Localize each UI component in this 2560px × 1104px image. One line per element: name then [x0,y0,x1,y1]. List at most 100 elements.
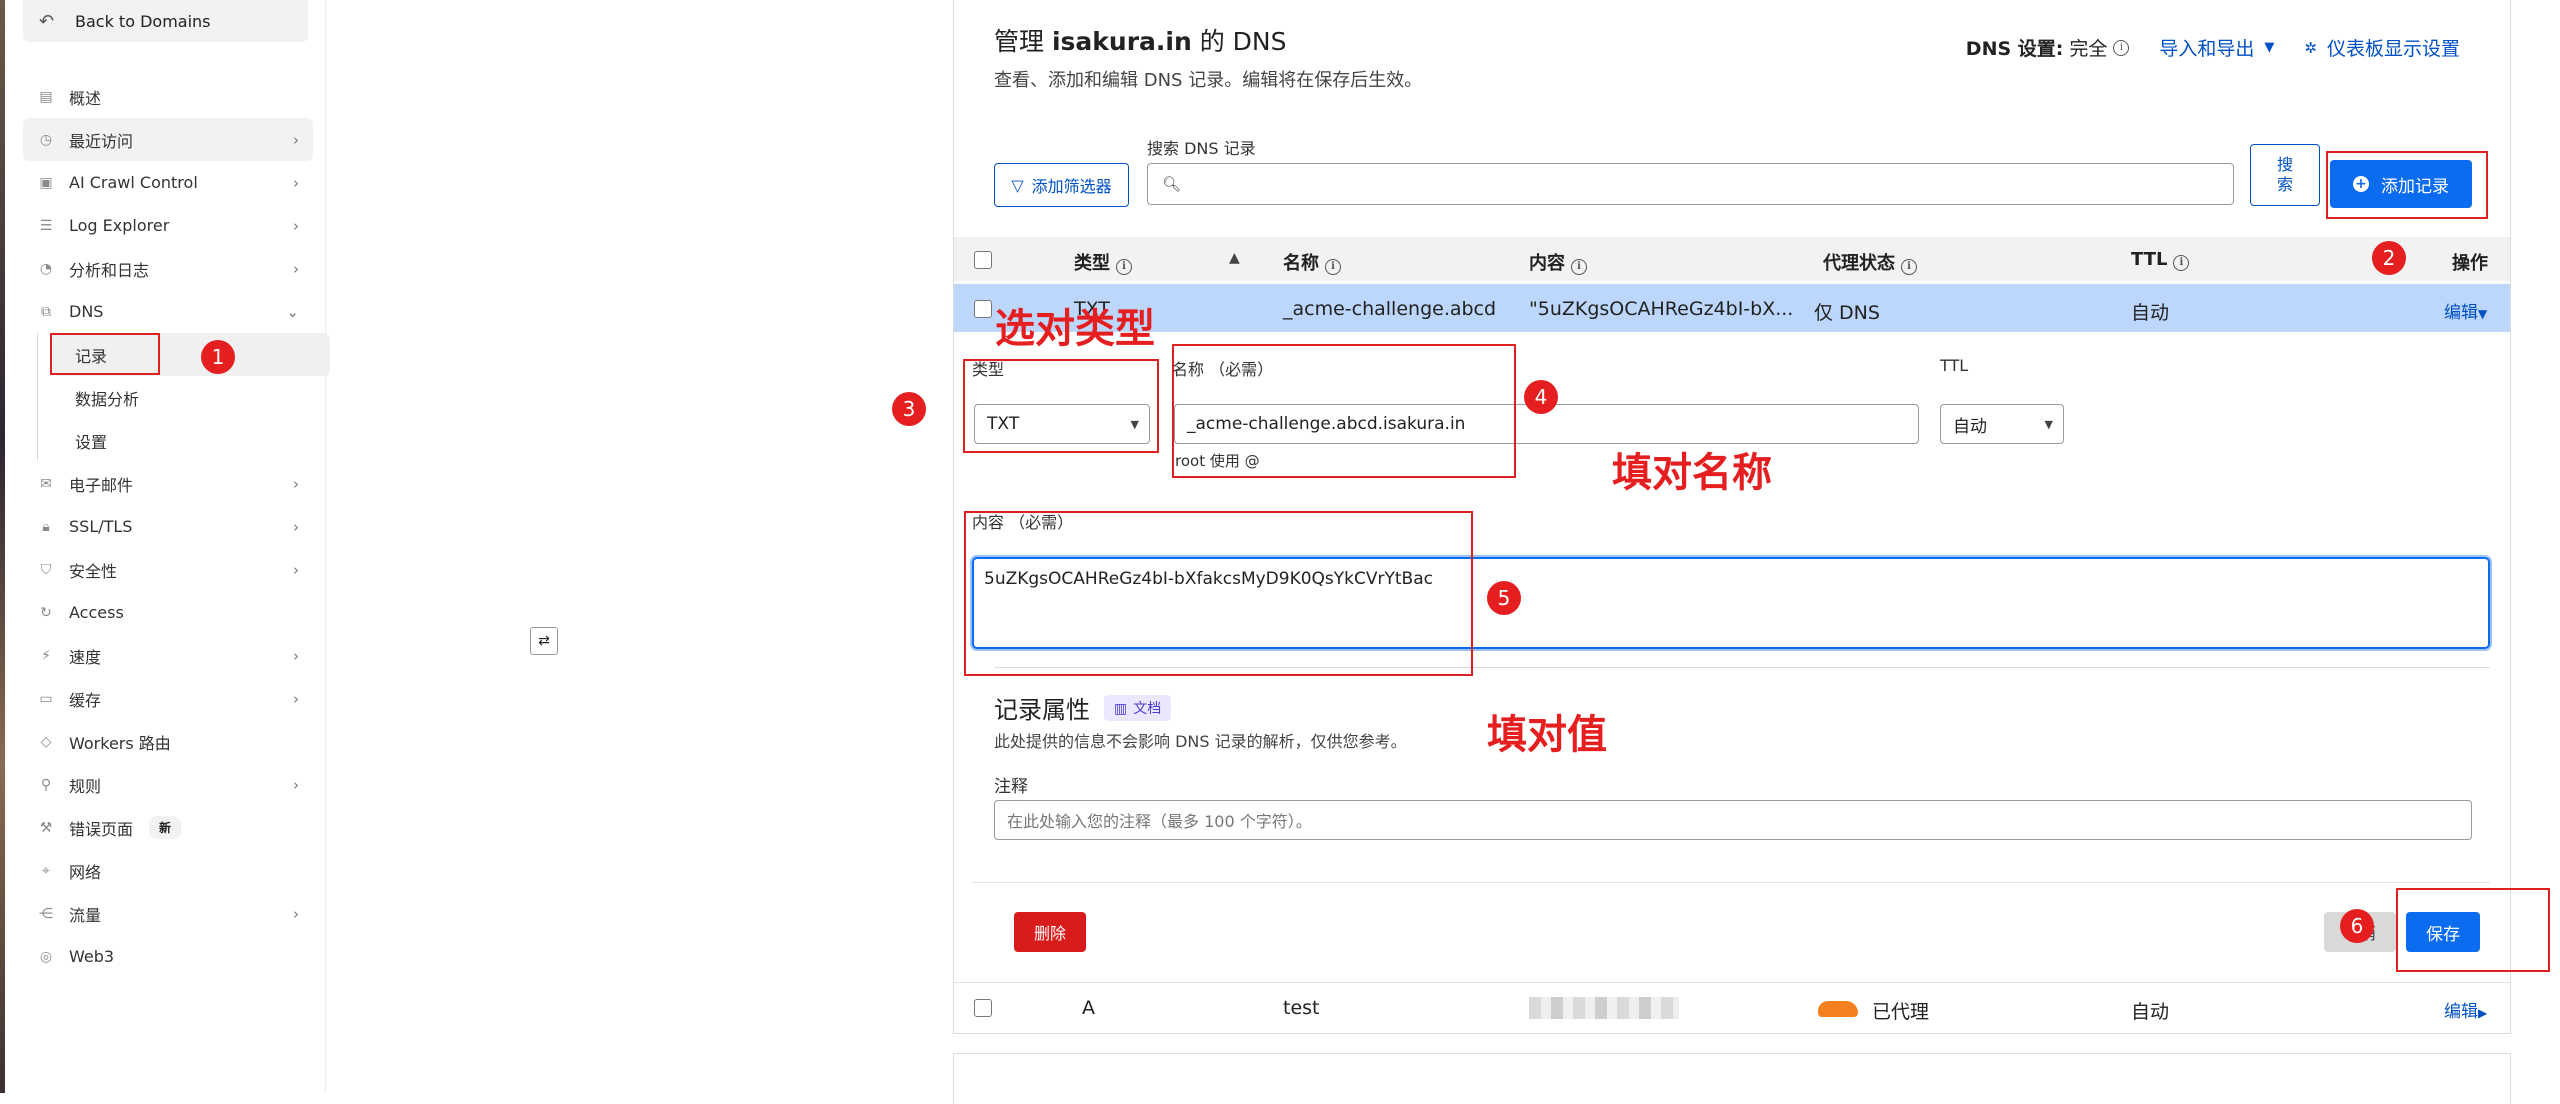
info-icon: i [1116,259,1132,275]
row-type: A [1082,997,1095,1019]
row-content: "5uZKgsOCAHReGz4bI-bX... [1529,298,1794,320]
sidebar-item-dns[interactable]: ⧉ DNS ⌄ [23,290,313,333]
select-all-checkbox[interactable] [974,251,992,269]
chevron-right-icon: › [293,904,299,923]
chevron-right-icon: › [293,130,299,149]
back-arrow-icon: ↶ [39,10,55,32]
row-ttl: 自动 [2131,1001,2170,1023]
back-label: Back to Domains [75,11,211,31]
sidebar-item-dns-analytics[interactable]: 数据分析 [23,376,313,419]
sidebar-item-label: 电子邮件 [69,475,134,495]
sidebar: ↶ Back to Domains ▤ 概述 ◷ 最近访问 › ▣ AI Crawl C… [5,0,330,1093]
sidebar-item-dns-settings[interactable]: 设置 [23,419,313,462]
info-icon: i [2173,255,2190,271]
sidebar-item-traffic[interactable]: ⋲ 流量 › [23,892,313,935]
sidebar-nav: ▤ 概述 ◷ 最近访问 › ▣ AI Crawl Control › ☰ Log Explo… [23,75,330,978]
search-input[interactable]: 🔍︎ [1147,163,2234,205]
row-checkbox[interactable] [974,300,992,318]
chevron-right-icon: › [293,259,299,278]
page-title: 管理 isakura.in 的 DNS [994,22,1286,58]
workers-icon: ◇ [40,733,52,750]
import-export-dropdown[interactable]: 导入和导出 ▼ [2159,34,2274,61]
chevron-right-icon: › [293,517,299,536]
form-footer-divider [972,882,2490,883]
comment-label: 注释 [994,777,1028,797]
docs-link[interactable]: ▥ 文档 [1104,694,1172,721]
chevron-right-icon: › [293,560,299,579]
sidebar-item-rules[interactable]: ⚲ 规则 › [23,763,313,806]
chevron-right-icon: › [293,173,299,192]
info-icon[interactable]: i [2113,39,2130,56]
sidebar-item-label: Workers 路由 [69,733,171,753]
annotation-step-5: 5 [1487,581,1521,615]
edit-link[interactable]: 编辑▼ [2444,298,2487,323]
network-icon: ⧉ [41,303,51,320]
import-export-label: 导入和导出 [2159,38,2255,60]
dashboard-settings-link[interactable]: ✲ 仪表板显示设置 [2304,34,2460,61]
sort-asc-icon[interactable]: ▲ [1229,250,1240,266]
table-header: 类型 i ▲ 名称 i 内容 i 代理状态 i TTL i 操作 [954,237,2510,281]
sidebar-item-label: 速度 [69,647,102,667]
sidebar-item-web3[interactable]: ◎ Web3 [23,935,313,978]
sidebar-item-analytics[interactable]: ◔ 分析和日志 › [23,247,313,290]
sidebar-item-workers[interactable]: ◇ Workers 路由 [23,720,313,763]
sidebar-item-log-explorer[interactable]: ☰ Log Explorer › [23,204,313,247]
chevron-right-icon: › [293,775,299,794]
title-prefix: 管理 [994,27,1052,56]
column-type[interactable]: 类型 i [1074,249,1132,275]
shield-icon: ⛉ [40,561,52,578]
table-row[interactable]: A test 已代理 自动 编辑▶ [954,982,2510,1033]
sidebar-item-label: 错误页面 [69,819,134,839]
sidebar-item-ssl[interactable]: 🔒︎ SSL/TLS › [23,505,313,548]
floating-toggle-icon[interactable]: ⇄ [530,627,558,655]
sidebar-item-recent[interactable]: ◷ 最近访问 › [23,118,313,161]
sidebar-item-label: AI Crawl Control [69,173,198,192]
search-label: 搜索 DNS 记录 [1147,139,1256,158]
sidebar-item-label: 流量 [69,905,102,925]
annotation-step-4: 4 [1524,380,1558,414]
chart-icon: ◔ [39,260,53,277]
edit-label: 编辑 [2444,303,2478,323]
docs-label: 文档 [1133,700,1162,717]
column-proxy-label: 代理状态 [1823,253,1895,274]
row-proxy: 仅 DNS [1814,302,1880,324]
sidebar-item-overview[interactable]: ▤ 概述 [23,75,313,118]
sidebar-item-label: 安全性 [69,561,118,581]
sidebar-item-access[interactable]: ↻ Access [23,591,313,634]
column-name[interactable]: 名称 i [1283,249,1341,275]
chevron-down-icon: ⌄ [286,302,299,321]
annotation-step-2: 2 [2372,241,2406,275]
sidebar-item-speed[interactable]: ⚡︎ 速度 › [23,634,313,677]
clock-icon: ◷ [39,131,53,148]
list-icon: ☰ [39,217,53,234]
sidebar-item-network[interactable]: ⌖ 网络 [23,849,313,892]
ttl-select[interactable]: 自动 ▼ [1940,404,2064,444]
sidebar-item-cache[interactable]: ▭ 缓存 › [23,677,313,720]
edit-label: 编辑 [2444,1002,2478,1022]
edit-link[interactable]: 编辑▶ [2444,997,2487,1022]
dns-setting-value: 完全 [2069,38,2108,60]
book-icon: ▥ [1114,700,1128,717]
info-icon: i [1571,259,1587,275]
cache-icon: ▭ [39,690,53,707]
column-content[interactable]: 内容 i [1529,249,1587,275]
page-subtitle: 查看、添加和编辑 DNS 记录。编辑将在保存后生效。 [994,70,1423,91]
table-row-selected[interactable]: TXT _acme-challenge.abcd "5uZKgsOCAHReGz… [954,284,2510,332]
column-proxy[interactable]: 代理状态 i [1823,249,1917,275]
column-ttl[interactable]: TTL i [2131,249,2190,271]
column-name-label: 名称 [1283,253,1319,274]
sidebar-item-ai-crawl[interactable]: ▣ AI Crawl Control › [23,161,313,204]
search-button[interactable]: 搜 索 [2250,144,2320,206]
back-to-domains-button[interactable]: ↶ Back to Domains [23,0,308,42]
sidebar-item-error-pages[interactable]: ⚒ 错误页面新 [23,806,313,849]
add-filter-button[interactable]: ▽ 添加筛选器 [994,163,1129,207]
web3-icon: ◎ [39,948,53,965]
sidebar-item-label: 网络 [69,862,102,882]
delete-button[interactable]: 删除 [1014,912,1086,952]
annotation-box-records [50,333,160,375]
sidebar-item-security[interactable]: ⛉ 安全性 › [23,548,313,591]
add-filter-label: 添加筛选器 [1031,177,1112,196]
row-checkbox[interactable] [974,999,992,1017]
comment-input[interactable]: 在此处输入您的注释（最多 100 个字符）。 [994,800,2472,840]
sidebar-item-email[interactable]: ✉ 电子邮件 › [23,462,313,505]
